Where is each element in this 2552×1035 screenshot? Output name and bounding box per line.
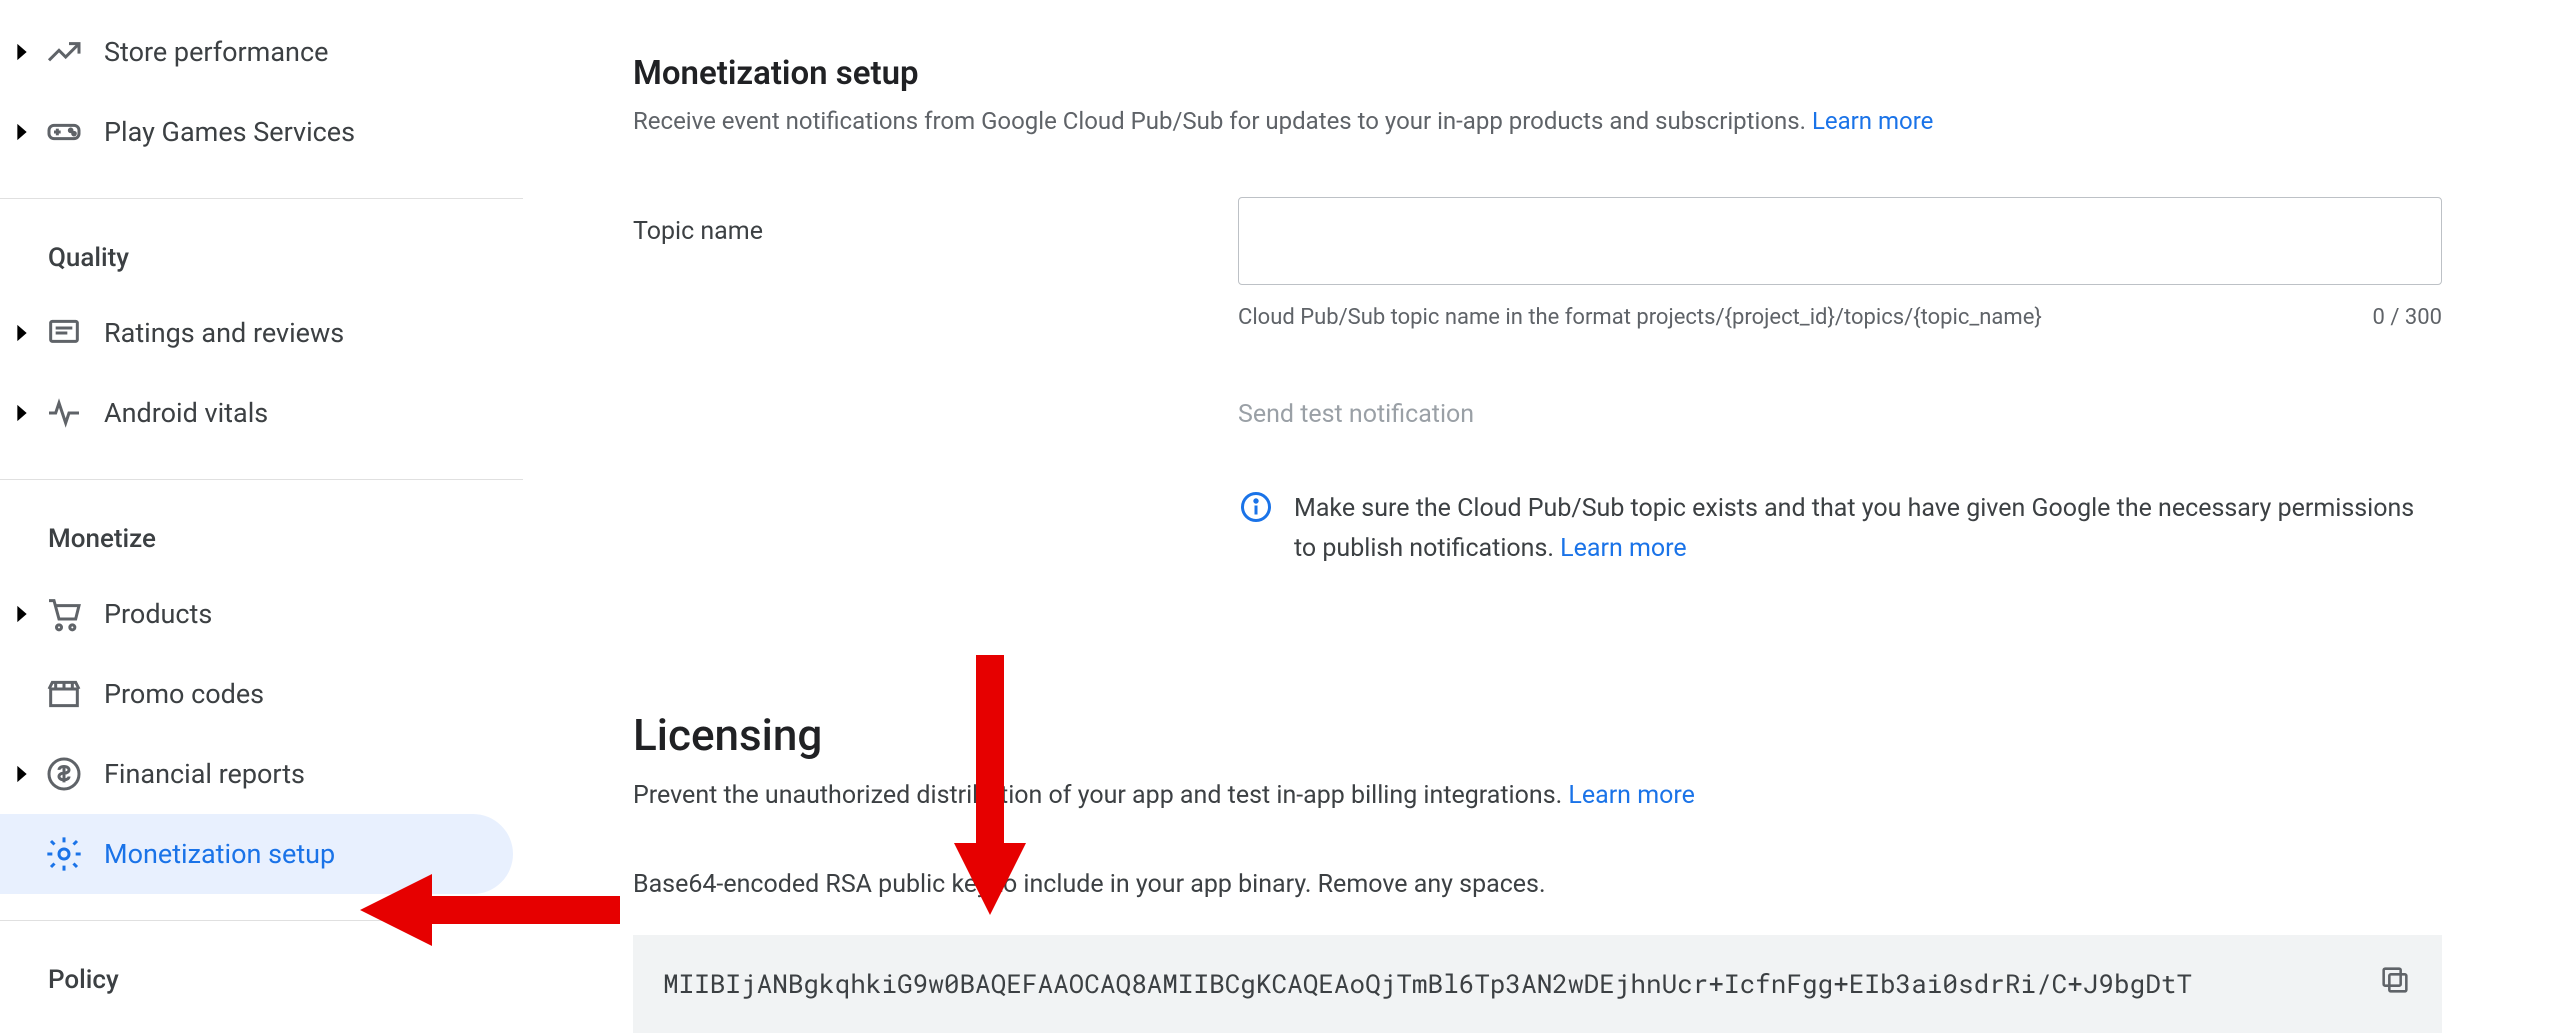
sidebar-item-products[interactable]: Products [0, 574, 513, 654]
sidebar-item-label: Android vitals [104, 397, 268, 429]
divider [0, 479, 523, 480]
gear-icon [36, 834, 92, 874]
learn-more-link[interactable]: Learn more [1560, 534, 1686, 563]
page-title: Monetization setup [633, 0, 2552, 93]
dollar-icon [36, 754, 92, 794]
info-icon [1238, 489, 1274, 569]
divider [0, 920, 523, 921]
topic-name-counter: 0 / 300 [2373, 305, 2442, 330]
store-icon [36, 674, 92, 714]
divider [0, 198, 523, 199]
sidebar-item-store-performance[interactable]: Store performance [0, 12, 513, 92]
vitals-icon [36, 393, 92, 433]
sidebar-item-label: Promo codes [104, 678, 264, 710]
sidebar: Store performance Play Games Services Qu… [0, 0, 523, 1035]
copy-icon[interactable] [2378, 963, 2412, 1005]
chevron-right-icon [8, 760, 36, 788]
sidebar-header-policy: Policy [0, 931, 523, 1015]
topic-name-input[interactable] [1238, 197, 2442, 285]
sidebar-item-financial-reports[interactable]: Financial reports [0, 734, 513, 814]
rtdn-intro: Receive event notifications from Google … [633, 107, 2442, 135]
topic-name-label: Topic name [633, 197, 1238, 246]
sidebar-item-label: Financial reports [104, 758, 305, 790]
sidebar-item-play-games-services[interactable]: Play Games Services [0, 92, 513, 172]
sidebar-item-label: Ratings and reviews [104, 317, 344, 349]
sidebar-header-quality: Quality [0, 209, 523, 293]
sidebar-item-ratings-and-reviews[interactable]: Ratings and reviews [0, 293, 513, 373]
cart-icon [36, 594, 92, 634]
trend-icon [36, 32, 92, 72]
learn-more-link[interactable]: Learn more [1568, 781, 1694, 810]
review-icon [36, 313, 92, 353]
info-text: Make sure the Cloud Pub/Sub topic exists… [1294, 489, 2442, 569]
sidebar-item-monetization-setup[interactable]: Monetization setup [0, 814, 513, 894]
rsa-key-label: Base64-encoded RSA public key to include… [633, 870, 2442, 899]
sidebar-item-label: Products [104, 598, 212, 630]
rsa-key-box: MIIBIjANBgkqhkiG9w0BAQEFAAOCAQ8AMIIBCgKC… [633, 935, 2442, 1033]
chevron-right-icon [8, 118, 36, 146]
sidebar-item-android-vitals[interactable]: Android vitals [0, 373, 513, 453]
learn-more-link[interactable]: Learn more [1812, 107, 1933, 135]
chevron-right-icon [8, 38, 36, 66]
main-content: Monetization setup Receive event notific… [523, 0, 2552, 1035]
topic-name-helper: Cloud Pub/Sub topic name in the format p… [1238, 305, 2042, 330]
chevron-right-icon [8, 399, 36, 427]
licensing-intro: Prevent the unauthorized distribution of… [633, 781, 2442, 810]
chevron-right-icon [8, 319, 36, 347]
gamepad-icon [36, 112, 92, 152]
sidebar-item-label: Play Games Services [104, 116, 355, 148]
chevron-right-icon [8, 600, 36, 628]
sidebar-header-monetize: Monetize [0, 490, 523, 574]
sidebar-item-label: Monetization setup [104, 838, 335, 870]
send-test-notification-button[interactable]: Send test notification [1238, 400, 2442, 429]
licensing-heading: Licensing [633, 709, 2442, 761]
sidebar-item-label: Store performance [104, 36, 328, 68]
rsa-key-value: MIIBIjANBgkqhkiG9w0BAQEFAAOCAQ8AMIIBCgKC… [663, 967, 2192, 1001]
sidebar-item-promo-codes[interactable]: Promo codes [0, 654, 513, 734]
